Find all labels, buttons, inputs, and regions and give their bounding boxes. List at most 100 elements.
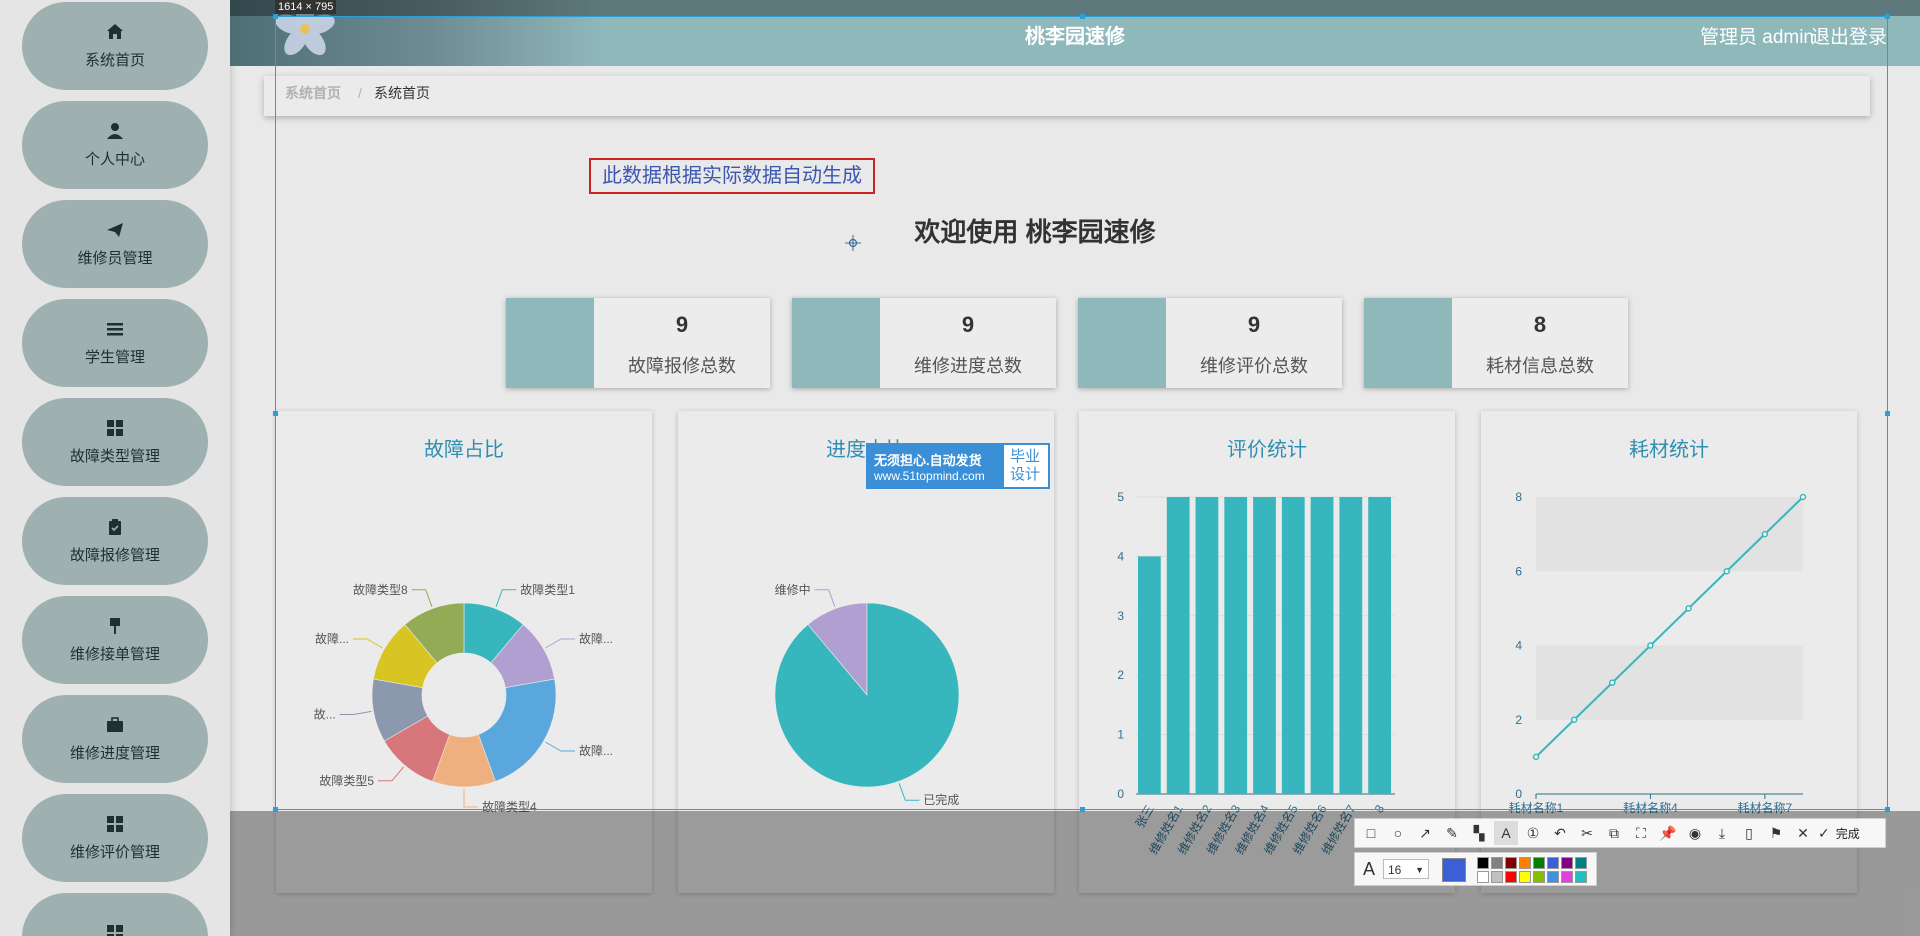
y-tick-label: 6	[1515, 564, 1522, 578]
stat-label: 故障报修总数	[594, 352, 770, 378]
bar[interactable]	[1196, 497, 1219, 794]
pie-label: 故障...	[579, 631, 613, 646]
sidebar-item[interactable]: 维修进度管理	[22, 695, 208, 783]
crosshair-cursor-icon	[845, 235, 861, 251]
data-point[interactable]	[1724, 569, 1729, 574]
stat-label: 维修评价总数	[1166, 352, 1342, 378]
color-swatch[interactable]	[1561, 857, 1573, 869]
color-swatch[interactable]	[1491, 857, 1503, 869]
data-point[interactable]	[1572, 717, 1577, 722]
pin-icon[interactable]: 📌	[1656, 821, 1680, 845]
stat-value: 8	[1452, 312, 1628, 338]
sidebar-item-label: 系统首页	[85, 49, 145, 70]
capture-dimensions-label: 1614 × 795	[275, 0, 336, 14]
y-tick-label: 0	[1117, 787, 1124, 801]
pushpin-icon	[106, 617, 124, 635]
home-icon	[106, 23, 124, 41]
fullscreen-icon[interactable]: ⛶	[1629, 821, 1653, 845]
y-tick-label: 8	[1515, 490, 1522, 504]
pen-tool-icon[interactable]: ✎	[1440, 821, 1464, 845]
ellipse-tool-icon[interactable]: ○	[1386, 821, 1410, 845]
color-swatch[interactable]	[1477, 857, 1489, 869]
list-icon	[106, 320, 124, 338]
scissors-icon[interactable]: ✂	[1575, 821, 1599, 845]
color-swatch[interactable]	[1533, 871, 1545, 883]
bar[interactable]	[1253, 497, 1276, 794]
bar[interactable]	[1224, 497, 1247, 794]
data-point[interactable]	[1762, 532, 1767, 537]
copy-icon[interactable]: ⧉	[1602, 821, 1626, 845]
data-point[interactable]	[1610, 680, 1615, 685]
sidebar-item[interactable]: 学生管理	[22, 299, 208, 387]
color-swatch[interactable]	[1547, 871, 1559, 883]
text-tool-icon[interactable]: A	[1494, 821, 1518, 845]
pie-label: 故障类型5	[319, 773, 374, 788]
number-marker-tool-icon[interactable]: ①	[1521, 821, 1545, 845]
stat-card: 8耗材信息总数	[1364, 298, 1628, 388]
bar[interactable]	[1282, 497, 1305, 794]
chevron-down-icon: ▼	[1415, 860, 1424, 880]
sidebar: 系统首页个人中心维修员管理学生管理故障类型管理故障报修管理维修接单管理维修进度管…	[0, 0, 230, 936]
y-tick-label: 0	[1515, 787, 1522, 801]
data-point[interactable]	[1534, 754, 1539, 759]
y-tick-label: 4	[1117, 549, 1124, 563]
mosaic-tool-icon[interactable]: ▚	[1467, 821, 1491, 845]
color-swatch[interactable]	[1575, 871, 1587, 883]
sidebar-item[interactable]: 系统首页	[22, 2, 208, 90]
user-icon	[106, 122, 124, 140]
sidebar-item[interactable]: 维修接单管理	[22, 596, 208, 684]
rectangle-tool-icon[interactable]: □	[1359, 821, 1383, 845]
undo-icon[interactable]: ↶	[1548, 821, 1572, 845]
bar[interactable]	[1368, 497, 1391, 794]
color-swatch[interactable]	[1505, 857, 1517, 869]
download-icon[interactable]: ⤓	[1710, 821, 1734, 845]
pie-label-line	[815, 590, 835, 607]
bar[interactable]	[1339, 497, 1362, 794]
text-style-toolbar: A 16▼	[1354, 852, 1597, 886]
data-point[interactable]	[1648, 643, 1653, 648]
logout-link[interactable]: 退出登录	[1811, 22, 1887, 49]
y-tick-label: 1	[1117, 728, 1124, 742]
stat-value: 9	[594, 312, 770, 338]
bar[interactable]	[1167, 497, 1190, 794]
color-swatch[interactable]	[1505, 871, 1517, 883]
done-button[interactable]: 完成	[1836, 825, 1860, 842]
close-icon[interactable]: ✕	[1791, 821, 1815, 845]
y-tick-label: 4	[1515, 639, 1522, 653]
current-color-swatch[interactable]	[1442, 858, 1466, 882]
color-swatch[interactable]	[1575, 857, 1587, 869]
sidebar-item[interactable]: 维修评价管理	[22, 794, 208, 882]
sidebar-item[interactable]: 个人中心	[22, 101, 208, 189]
color-swatch[interactable]	[1519, 871, 1531, 883]
record-icon[interactable]: ◉	[1683, 821, 1707, 845]
sidebar-item[interactable]: 故障报修管理	[22, 497, 208, 585]
check-icon[interactable]: ✓	[1818, 825, 1830, 842]
color-swatch[interactable]	[1477, 871, 1489, 883]
breadcrumb-root[interactable]: 系统首页	[285, 76, 341, 110]
color-swatch[interactable]	[1533, 857, 1545, 869]
stat-value: 9	[1166, 312, 1342, 338]
sidebar-item-label: 维修进度管理	[70, 742, 160, 763]
stat-color-block	[1364, 298, 1452, 388]
sidebar-item[interactable]	[22, 893, 208, 936]
color-swatch[interactable]	[1491, 871, 1503, 883]
color-swatch[interactable]	[1547, 857, 1559, 869]
color-swatch[interactable]	[1561, 871, 1573, 883]
grid-icon	[106, 815, 124, 833]
arrow-tool-icon[interactable]: ↗	[1413, 821, 1437, 845]
data-point[interactable]	[1801, 495, 1806, 500]
bar[interactable]	[1138, 556, 1161, 794]
resize-handle[interactable]	[1885, 411, 1890, 416]
color-swatch[interactable]	[1519, 857, 1531, 869]
bookmark-icon[interactable]: ⚑	[1764, 821, 1788, 845]
sidebar-item[interactable]: 故障类型管理	[22, 398, 208, 486]
phone-icon[interactable]: ▯	[1737, 821, 1761, 845]
bar[interactable]	[1311, 497, 1334, 794]
watermark-stamp: 无须担心.自动发货 www.51topmind.com 毕业 设计	[866, 443, 1050, 489]
sidebar-item-label: 维修评价管理	[70, 841, 160, 862]
data-point[interactable]	[1686, 606, 1691, 611]
grid-band	[1536, 646, 1803, 720]
font-size-select[interactable]: 16▼	[1383, 859, 1429, 879]
pie-label-line	[464, 789, 478, 807]
pie-slice[interactable]	[775, 603, 959, 787]
